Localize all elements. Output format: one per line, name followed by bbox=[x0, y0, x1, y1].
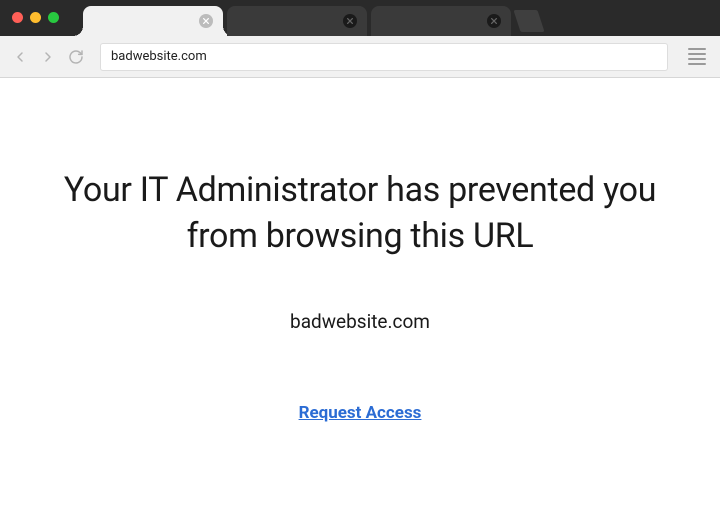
browser-tab-active[interactable] bbox=[83, 6, 223, 36]
toolbar: badwebsite.com bbox=[0, 36, 720, 78]
window-maximize-button[interactable] bbox=[48, 12, 59, 23]
blocked-url-text: badwebsite.com bbox=[290, 310, 430, 333]
window-close-button[interactable] bbox=[12, 12, 23, 23]
request-access-link[interactable]: Request Access bbox=[299, 403, 422, 423]
titlebar bbox=[0, 0, 720, 36]
blocked-headline: Your IT Administrator has prevented you … bbox=[40, 168, 680, 260]
hamburger-icon bbox=[688, 48, 706, 50]
window-minimize-button[interactable] bbox=[30, 12, 41, 23]
close-icon[interactable] bbox=[487, 14, 501, 28]
close-icon[interactable] bbox=[343, 14, 357, 28]
blocked-page-content: Your IT Administrator has prevented you … bbox=[0, 78, 720, 423]
address-bar[interactable]: badwebsite.com bbox=[100, 43, 668, 71]
new-tab-button[interactable] bbox=[513, 10, 544, 32]
window-controls bbox=[12, 12, 59, 23]
forward-button[interactable] bbox=[38, 47, 58, 67]
menu-button[interactable] bbox=[684, 44, 710, 70]
browser-tab[interactable] bbox=[371, 6, 511, 36]
back-button[interactable] bbox=[10, 47, 30, 67]
address-bar-text: badwebsite.com bbox=[111, 49, 207, 64]
browser-tab[interactable] bbox=[227, 6, 367, 36]
reload-button[interactable] bbox=[66, 47, 86, 67]
tabstrip bbox=[83, 0, 541, 36]
close-icon[interactable] bbox=[199, 14, 213, 28]
